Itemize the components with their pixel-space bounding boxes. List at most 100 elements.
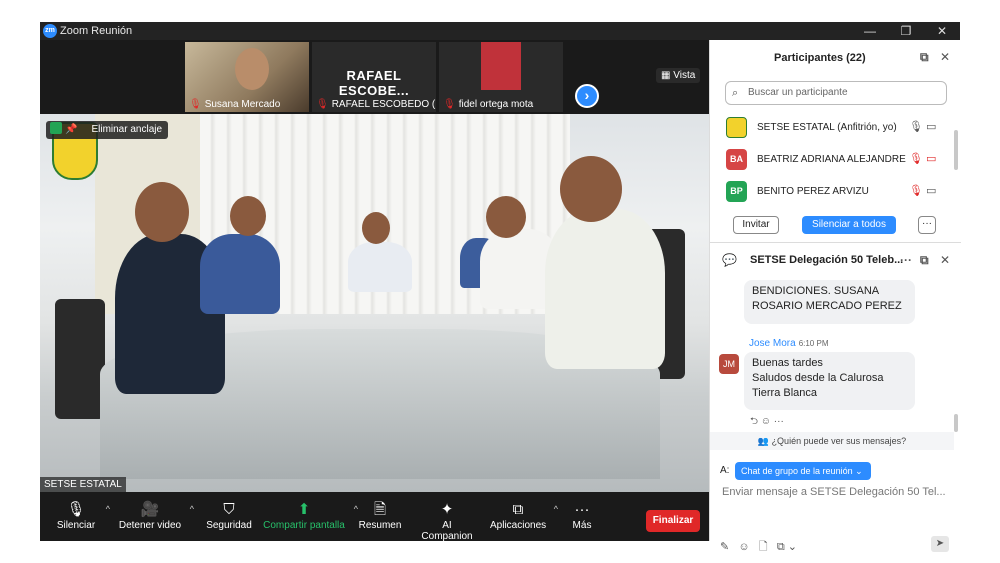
participant-row[interactable]: BA BEATRIZ ADRIANA ALEJANDRE 🎙 ▭ [710, 144, 961, 176]
who-can-see-link[interactable]: 👥 ¿Quién puede ver sus mensajes? [710, 432, 954, 450]
more-icon[interactable]: ··· [900, 253, 912, 267]
security-button[interactable]: ⛉ Seguridad [204, 500, 254, 531]
previous-message: BENDICIONES. SUSANA ROSARIO MERCADO PERE… [744, 280, 915, 324]
video-camera-icon[interactable]: ▭ [926, 120, 936, 133]
close-panel-icon[interactable]: ✕ [940, 50, 950, 64]
avatar [726, 117, 747, 138]
apps-icon: ⧉ [512, 501, 524, 518]
gallery-strip: 🎙 Susana Mercado RAFAEL ESCOBE... 🎙 RAFAEL… [40, 40, 709, 114]
participants-more-button[interactable]: ··· [918, 216, 936, 234]
emoji-icon[interactable]: ☺ [738, 541, 749, 553]
panel-divider [710, 242, 961, 243]
message-actions: ⮌ ☺ ··· [750, 414, 784, 431]
chevron-up-icon[interactable]: ^ [554, 504, 558, 514]
participant-search-input[interactable]: ⌕ Buscar un participante [725, 81, 947, 105]
video-camera-icon[interactable]: ▭ [926, 184, 936, 197]
chevron-up-icon[interactable]: ^ [106, 504, 110, 514]
person-head [486, 196, 526, 238]
mute-all-button[interactable]: Silenciar a todos [802, 216, 896, 234]
unpin-badge[interactable]: 📌 Eliminar anclaje [46, 121, 169, 139]
stop-video-button[interactable]: 🎥 Detener video ^ [118, 500, 194, 531]
chat-header: 💬 SETSE Delegación 50 Teleb... ··· ⧉ ✕ [710, 248, 961, 276]
side-panel: Participantes (22) ⧉ ✕ ⌕ Buscar un parti… [709, 40, 961, 553]
next-page-button[interactable]: › [575, 84, 599, 108]
more-icon[interactable]: ··· [774, 416, 784, 427]
recipient-label: A: [720, 465, 730, 476]
share-screen-button[interactable]: ⬆ Compartir pantalla ^ [262, 500, 358, 531]
person-head [230, 196, 266, 236]
more-button[interactable]: ··· Más [568, 500, 596, 531]
avatar: BP [726, 181, 747, 202]
mic-muted-icon: 🎙 [316, 99, 329, 110]
people-icon: 👥 [757, 436, 772, 446]
reply-icon[interactable]: ⮌ [750, 416, 758, 427]
main-video[interactable]: 📌 Eliminar anclaje SETSE ESTATAL [40, 114, 709, 492]
invite-button[interactable]: Invitar [733, 216, 779, 234]
ai-companion-button[interactable]: ✦ AI Companion [416, 500, 478, 542]
security-shield-icon [50, 122, 62, 134]
search-icon: ⌕ [732, 87, 739, 99]
chevron-up-icon[interactable]: ^ [190, 504, 194, 514]
recipient-select[interactable]: Chat de grupo de la reunión ⌄ [735, 462, 871, 480]
person [200, 234, 280, 314]
end-meeting-button[interactable]: Finalizar [646, 510, 700, 532]
title-bar: zm Zoom Reunión — ❐ ✕ [40, 22, 960, 40]
view-button[interactable]: ▦ Vista [656, 68, 701, 83]
speaker-name-tag: SETSE ESTATAL [40, 477, 126, 492]
participants-title: Participantes (22) [774, 52, 866, 64]
pin-icon: 📌 [65, 124, 78, 135]
mic-muted-icon[interactable]: 🎙 [909, 184, 923, 197]
mic-muted-icon[interactable]: 🎙 [909, 152, 923, 165]
participant-thumb-name: 🎙RAFAEL ESCOBEDO (P... [316, 99, 436, 110]
participant-thumb[interactable]: 🎙 fidel ortega mota [439, 42, 563, 112]
participant-thumb-name: 🎙 Susana Mercado [189, 99, 281, 110]
shield-icon: ⛉ [223, 501, 235, 518]
apps-button[interactable]: ⧉ Aplicaciones ^ [490, 500, 558, 531]
format-icon[interactable]: ✎ [720, 541, 729, 553]
microphone-icon[interactable]: 🎙 [909, 120, 923, 133]
participant-name: BEATRIZ ADRIANA ALEJANDRE [757, 154, 906, 165]
participant-name: BENITO PEREZ ARVIZU [757, 186, 869, 197]
more-icon: ··· [574, 501, 590, 518]
pop-out-icon[interactable]: ⧉ [920, 50, 929, 65]
summary-button[interactable]: 🗎 Resumen [358, 500, 402, 531]
zoom-logo-icon: zm [43, 24, 57, 38]
emoji-icon[interactable]: ☺ [761, 416, 771, 427]
summary-icon: 🗎 [373, 501, 387, 518]
participant-list: SETSE ESTATAL (Anfitrión, yo) 🎙 ▭ BA BEA… [710, 112, 961, 208]
person-head [362, 212, 390, 244]
compose-toolbar: ✎ ☺ 🗋 ⧉ ⌄ [720, 538, 797, 557]
person-head [135, 182, 189, 242]
chat-icon: 💬 [722, 253, 737, 267]
video-off-icon[interactable]: ▭ [926, 152, 936, 165]
person-head [560, 156, 622, 222]
pop-out-icon[interactable]: ⧉ [920, 253, 929, 268]
participant-row[interactable]: BP BENITO PEREZ ARVIZU 🎙 ▭ [710, 176, 961, 208]
participant-thumb[interactable]: 🎙 Susana Mercado [185, 42, 309, 112]
file-icon[interactable]: 🗋 [759, 541, 768, 553]
participant-row[interactable]: SETSE ESTATAL (Anfitrión, yo) 🎙 ▭ [710, 112, 961, 144]
minimize-icon[interactable]: — [852, 22, 888, 40]
video-camera-icon: 🎥 [140, 501, 160, 518]
microphone-icon: 🎙 [66, 501, 86, 518]
close-chat-icon[interactable]: ✕ [940, 253, 950, 267]
chat-scrollbar[interactable] [954, 414, 958, 432]
video-image [481, 42, 521, 90]
restore-icon[interactable]: ❐ [888, 22, 924, 40]
participant-thumb[interactable]: RAFAEL ESCOBE... 🎙RAFAEL ESCOBEDO (P... [312, 42, 436, 112]
chevron-down-icon[interactable]: ⌄ [788, 541, 797, 553]
message-time: 6:10 PM [798, 339, 829, 348]
meeting-toolbar: 🎙 Silenciar ^ 🎥 Detener video ^ ⛉ Seguridad ⬆… [40, 492, 709, 542]
mic-muted-icon: 🎙 [189, 99, 202, 110]
screenshot-icon[interactable]: ⧉ [777, 541, 785, 553]
chat-message-input[interactable]: Enviar mensaje a SETSE Delegación 50 Tel… [722, 486, 952, 498]
avatar: BA [726, 149, 747, 170]
participants-header: Participantes (22) ⧉ ✕ [710, 40, 961, 74]
zoom-window: zm Zoom Reunión — ❐ ✕ 🎙 Susana Mercado RA… [40, 22, 961, 553]
send-icon[interactable]: ➤ [931, 536, 949, 552]
mute-button[interactable]: 🎙 Silenciar ^ [54, 500, 110, 531]
close-window-icon[interactable]: ✕ [924, 22, 960, 40]
window-title: Zoom Reunión [60, 25, 133, 37]
grid-icon: ▦ [661, 70, 674, 81]
participant-display-name: RAFAEL ESCOBE... [338, 68, 410, 98]
